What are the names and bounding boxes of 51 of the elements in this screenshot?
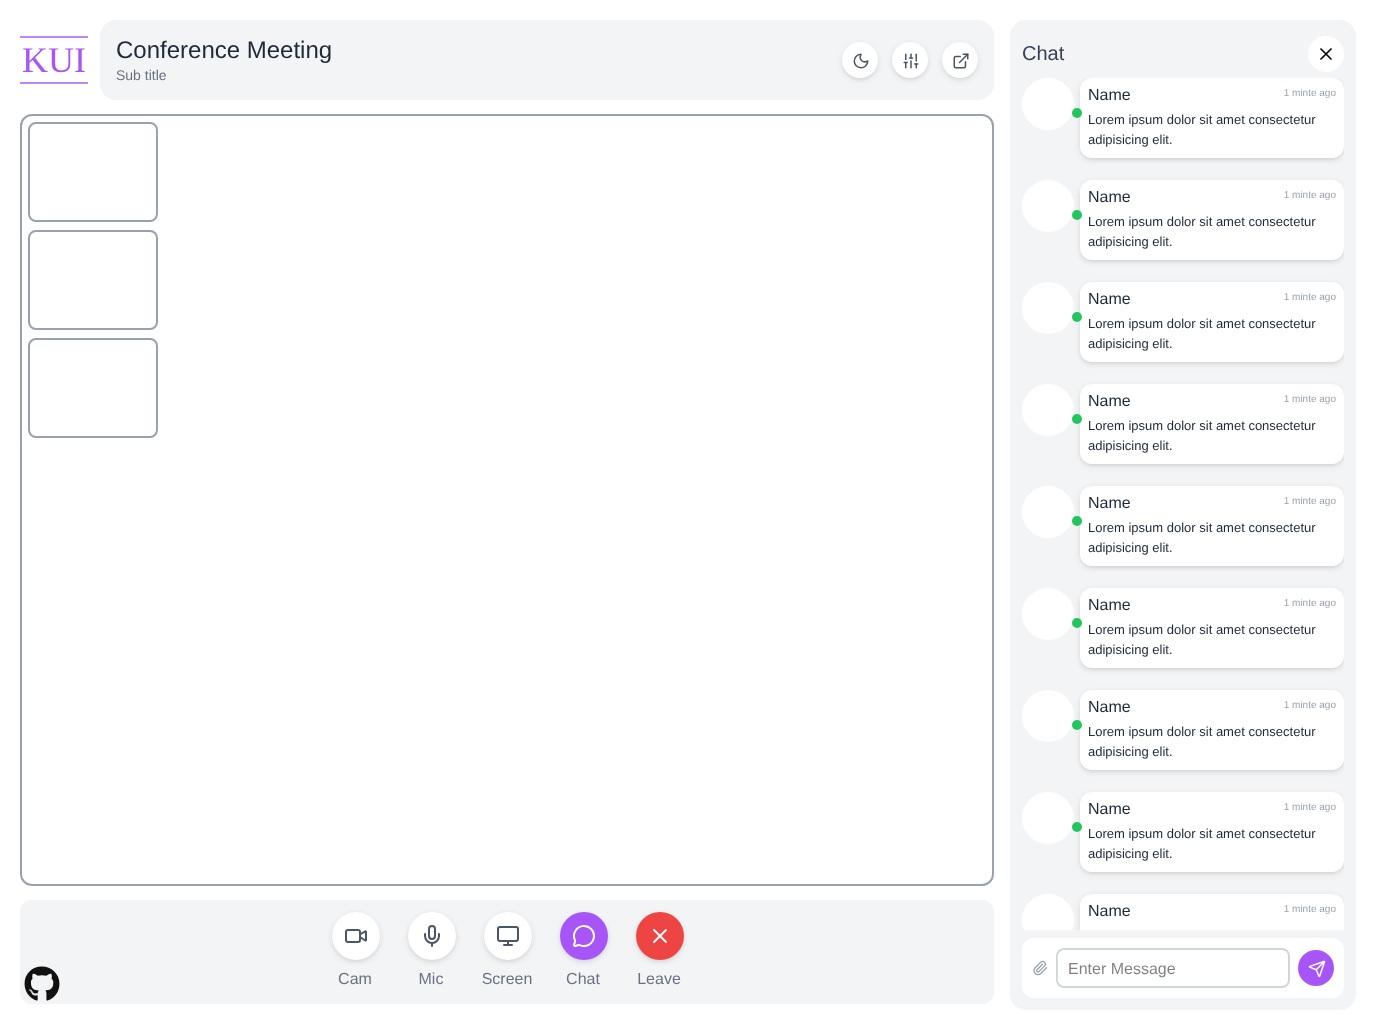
chat-bubble-icon [571, 924, 595, 949]
monitor-icon [495, 924, 519, 949]
control-label: Leave [637, 968, 681, 993]
sliders-icon [901, 51, 919, 69]
theme-moon-icon [851, 51, 869, 69]
logo: KUI [20, 36, 88, 84]
control-label: Chat [566, 968, 600, 993]
sender-name: Name [1088, 696, 1131, 720]
sender-name: Name [1088, 288, 1131, 312]
meeting-title: Conference Meeting [116, 33, 335, 68]
header-icon-button[interactable] [942, 42, 978, 78]
video-thumbnail[interactable] [28, 338, 158, 438]
close-icon [1316, 44, 1336, 64]
control-label: Mic [418, 968, 444, 993]
close-icon [647, 924, 671, 949]
video-thumbnail[interactable] [28, 122, 158, 222]
sender-name: Name [1088, 84, 1131, 108]
camera-icon [343, 924, 367, 949]
avatar [1022, 384, 1074, 436]
avatar [1022, 486, 1074, 538]
send-icon [1307, 959, 1325, 977]
send-button[interactable] [1298, 950, 1334, 986]
header-icon-button[interactable] [842, 42, 878, 78]
control-label: Screen [481, 968, 533, 993]
call-control-button[interactable] [559, 912, 607, 961]
sender-name: Name [1088, 594, 1131, 618]
message-input[interactable]: Enter Message [1056, 948, 1290, 988]
sender-name: Name [1088, 900, 1131, 924]
paperclip-icon[interactable] [1032, 960, 1048, 976]
microphone-icon [419, 924, 443, 949]
sender-name: Name [1088, 798, 1131, 822]
avatar [1022, 792, 1074, 844]
call-control-button[interactable] [483, 912, 531, 961]
chat-title: Chat [1022, 41, 1065, 69]
github-icon[interactable] [24, 966, 60, 1002]
sender-name: Name [1088, 186, 1131, 210]
close-button[interactable] [1308, 36, 1344, 72]
control-label: Cam [338, 968, 372, 993]
external-link-icon [951, 51, 969, 69]
call-control-button[interactable] [331, 912, 379, 961]
call-control-button[interactable] [407, 912, 455, 961]
sender-name: Name [1088, 492, 1131, 516]
avatar [1022, 588, 1074, 640]
video-thumbnail[interactable] [28, 230, 158, 330]
call-control-button[interactable] [635, 912, 683, 961]
avatar [1022, 282, 1074, 334]
avatar [1022, 690, 1074, 742]
avatar [1022, 180, 1074, 232]
avatar [1022, 78, 1074, 130]
sender-name: Name [1088, 390, 1131, 414]
header-icon-button[interactable] [892, 42, 928, 78]
